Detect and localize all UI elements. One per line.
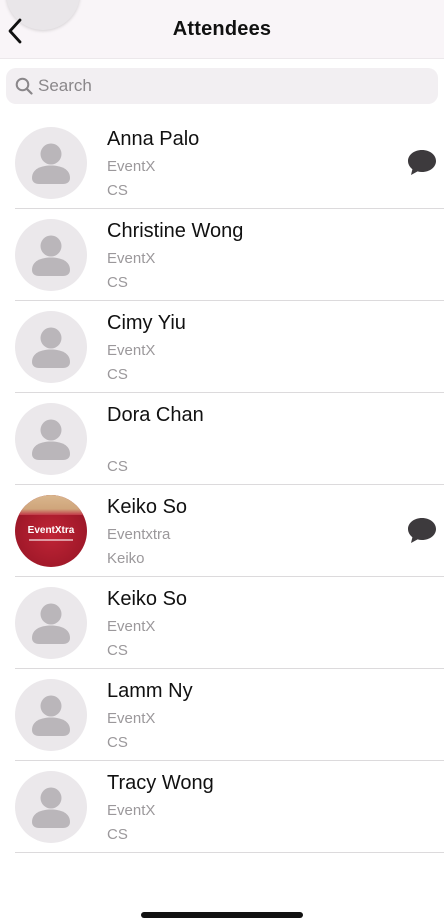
attendee-company: EventX xyxy=(107,710,156,727)
attendee-row[interactable]: Anna Palo EventX CS xyxy=(15,117,444,209)
nav-bar: Attendees xyxy=(0,0,444,59)
attendee-company: EventX xyxy=(107,342,156,359)
attendee-name: Keiko So xyxy=(107,496,188,518)
search-icon xyxy=(15,77,33,95)
attendee-name: Dora Chan xyxy=(107,404,204,426)
attendee-position: CS xyxy=(107,734,128,751)
avatar-photo: EventXtra xyxy=(15,495,87,567)
attendee-row[interactable]: Cimy Yiu EventX CS xyxy=(15,301,444,393)
person-icon xyxy=(32,695,70,736)
person-icon xyxy=(32,787,70,828)
attendee-name: Keiko So xyxy=(107,588,188,610)
logo-tagline-line xyxy=(29,539,73,541)
attendee-row[interactable]: Lamm Ny EventX CS xyxy=(15,669,444,761)
person-icon xyxy=(32,235,70,276)
attendee-list: Anna Palo EventX CS Christine Wong Event… xyxy=(0,117,444,853)
attendee-position: CS xyxy=(107,366,128,383)
attendee-position: CS xyxy=(107,182,128,199)
attendee-row[interactable]: Dora Chan CS xyxy=(15,393,444,485)
avatar xyxy=(15,403,87,475)
person-icon xyxy=(32,143,70,184)
avatar xyxy=(15,127,87,199)
home-indicator xyxy=(141,912,303,918)
search-input[interactable] xyxy=(38,68,428,104)
attendee-position: CS xyxy=(107,826,128,843)
attendee-company: EventX xyxy=(107,250,156,267)
attendee-position: CS xyxy=(107,642,128,659)
chat-button[interactable] xyxy=(405,147,439,177)
attendee-row[interactable]: EventXtra Keiko So Eventxtra Keiko xyxy=(15,485,444,577)
attendee-name: Tracy Wong xyxy=(107,772,214,794)
attendee-row[interactable]: Keiko So EventX CS xyxy=(15,577,444,669)
photo-background xyxy=(15,495,87,515)
chat-button[interactable] xyxy=(405,515,439,545)
chat-bubble-icon xyxy=(408,150,436,175)
attendee-company: Eventxtra xyxy=(107,526,171,543)
attendee-row[interactable]: Christine Wong EventX CS xyxy=(15,209,444,301)
attendee-position: CS xyxy=(107,458,128,475)
attendee-company: EventX xyxy=(107,158,156,175)
attendee-name: Cimy Yiu xyxy=(107,312,186,334)
attendee-company: EventX xyxy=(107,618,156,635)
person-icon xyxy=(32,419,70,460)
eventxtra-logo: EventXtra xyxy=(27,525,75,536)
avatar xyxy=(15,311,87,383)
search-bar[interactable] xyxy=(6,68,438,104)
attendee-name: Anna Palo xyxy=(107,128,200,150)
avatar xyxy=(15,219,87,291)
avatar xyxy=(15,771,87,843)
attendee-name: Lamm Ny xyxy=(107,680,193,702)
person-icon xyxy=(32,603,70,644)
person-icon xyxy=(32,327,70,368)
attendee-name: Christine Wong xyxy=(107,220,244,242)
chat-bubble-icon xyxy=(408,518,436,543)
avatar xyxy=(15,587,87,659)
attendee-company: EventX xyxy=(107,802,156,819)
page-title: Attendees xyxy=(172,18,272,40)
attendee-position: Keiko xyxy=(107,550,145,567)
attendee-row[interactable]: Tracy Wong EventX CS xyxy=(15,761,444,853)
avatar xyxy=(15,679,87,751)
attendee-position: CS xyxy=(107,274,128,291)
